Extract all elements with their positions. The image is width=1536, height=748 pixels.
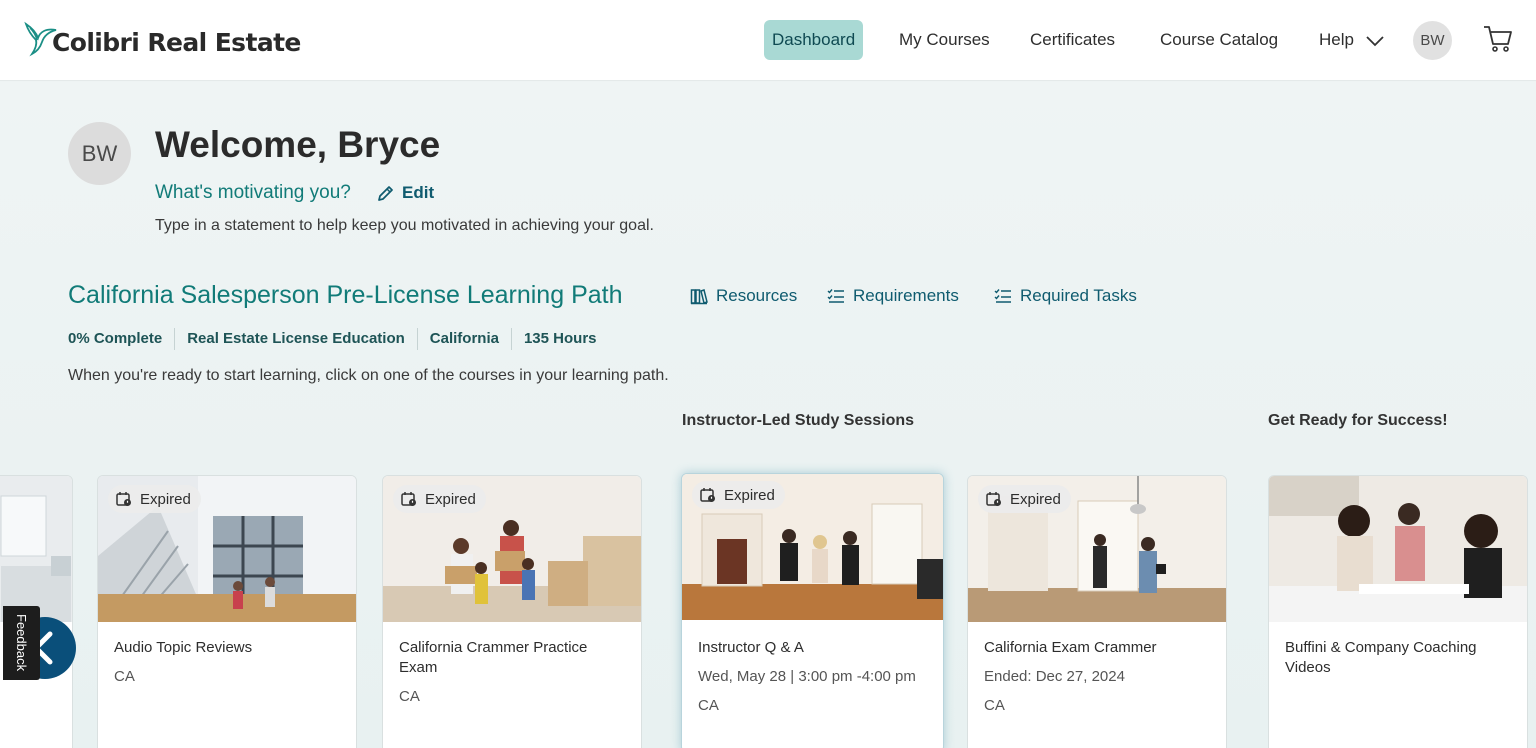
checklist-icon (827, 289, 844, 303)
cart-icon[interactable] (1483, 25, 1513, 58)
dashboard-main: BW Welcome, Bryce What's motivating you?… (0, 82, 1536, 748)
colibri-logo[interactable]: Colibri Real Estate (22, 18, 301, 58)
course-title: California Crammer Practice Exam (399, 639, 588, 676)
course-card[interactable]: Expired California Crammer Practice Exam… (382, 475, 642, 748)
course-title: California Exam Crammer (984, 639, 1157, 656)
course-card-image: Expired (968, 476, 1226, 622)
edit-motivation-button[interactable]: Edit (377, 183, 434, 203)
motivation-label: What's motivating you? (155, 182, 351, 203)
feedback-tab[interactable]: Feedback (3, 606, 40, 680)
course-card[interactable]: Expired Instructor Q & A Wed, May 28 | 3… (681, 473, 944, 748)
nav-certificates[interactable]: Certificates (1030, 20, 1115, 60)
required-tasks-link[interactable]: Required Tasks (994, 286, 1137, 306)
course-state: CA (399, 688, 420, 705)
learning-path-title[interactable]: California Salesperson Pre-License Learn… (68, 281, 623, 310)
expired-badge: Expired (978, 485, 1071, 513)
learning-path-hint: When you're ready to start learning, cli… (68, 367, 669, 384)
nav-dashboard[interactable]: Dashboard (764, 20, 864, 60)
badge-label: Expired (724, 486, 775, 504)
learning-path-meta: 0% Complete Real Estate License Educatio… (68, 328, 609, 350)
edit-label: Edit (402, 183, 435, 202)
resources-link[interactable]: Resources (690, 286, 797, 306)
expired-badge: Expired (108, 485, 201, 513)
course-state: CA (984, 697, 1005, 714)
calendar-clock-icon (700, 488, 715, 502)
completion-status: 0% Complete (68, 330, 163, 347)
course-card[interactable]: Expired California Exam Crammer Ended: D… (967, 475, 1227, 748)
logo-text: Colibri Real Estate (52, 28, 301, 57)
chevron-down-icon (1366, 35, 1384, 46)
course-title: Audio Topic Reviews (114, 639, 253, 656)
course-card-image (1269, 476, 1527, 622)
user-avatar-menu[interactable]: BW (1413, 21, 1452, 60)
section-get-ready: Get Ready for Success! (1268, 412, 1448, 429)
checklist-icon (994, 289, 1011, 303)
nav-my-courses[interactable]: My Courses (899, 20, 990, 60)
badge-label: Expired (425, 490, 476, 508)
welcome-heading: Welcome, Bryce (155, 124, 441, 165)
end-date: Ended: Dec 27, 2024 (984, 668, 1125, 685)
requirements-link[interactable]: Requirements (827, 286, 959, 306)
motivation-hint: Type in a statement to help keep you mot… (155, 217, 654, 234)
pencil-icon (378, 185, 393, 201)
nav-help-label: Help (1319, 30, 1354, 49)
expired-badge: Expired (692, 481, 785, 509)
state: California (416, 328, 511, 350)
nav-help[interactable]: Help (1319, 20, 1385, 60)
course-card-image: Expired (383, 476, 641, 622)
books-icon (690, 289, 708, 305)
total-hours: 135 Hours (510, 328, 609, 350)
required-tasks-label: Required Tasks (1020, 286, 1137, 305)
nav-course-catalog[interactable]: Course Catalog (1160, 20, 1278, 60)
program-type: Real Estate License Education (174, 328, 417, 350)
section-instructor-led: Instructor-Led Study Sessions (682, 412, 915, 429)
requirements-label: Requirements (853, 286, 959, 305)
course-state: CA (698, 697, 719, 714)
course-card-image: Expired (98, 476, 356, 622)
course-title: Instructor Q & A (698, 639, 804, 656)
course-card-image (0, 476, 72, 622)
course-card[interactable]: Buffini & Company Coaching Videos (1268, 475, 1528, 748)
resources-label: Resources (716, 286, 798, 305)
calendar-clock-icon (401, 492, 416, 506)
session-datetime: Wed, May 28 | 3:00 pm -4:00 pm (698, 668, 916, 685)
course-title: Buffini & Company Coaching Videos (1285, 639, 1477, 676)
expired-badge: Expired (393, 485, 486, 513)
badge-label: Expired (1010, 490, 1061, 508)
top-navigation-bar: Colibri Real Estate Dashboard My Courses… (0, 0, 1536, 81)
calendar-clock-icon (116, 492, 131, 506)
profile-avatar: BW (68, 122, 131, 185)
course-card-image: Expired (682, 474, 943, 620)
course-state: CA (114, 668, 135, 685)
calendar-clock-icon (986, 492, 1001, 506)
badge-label: Expired (140, 490, 191, 508)
course-card[interactable]: Expired Audio Topic Reviews CA (97, 475, 357, 748)
